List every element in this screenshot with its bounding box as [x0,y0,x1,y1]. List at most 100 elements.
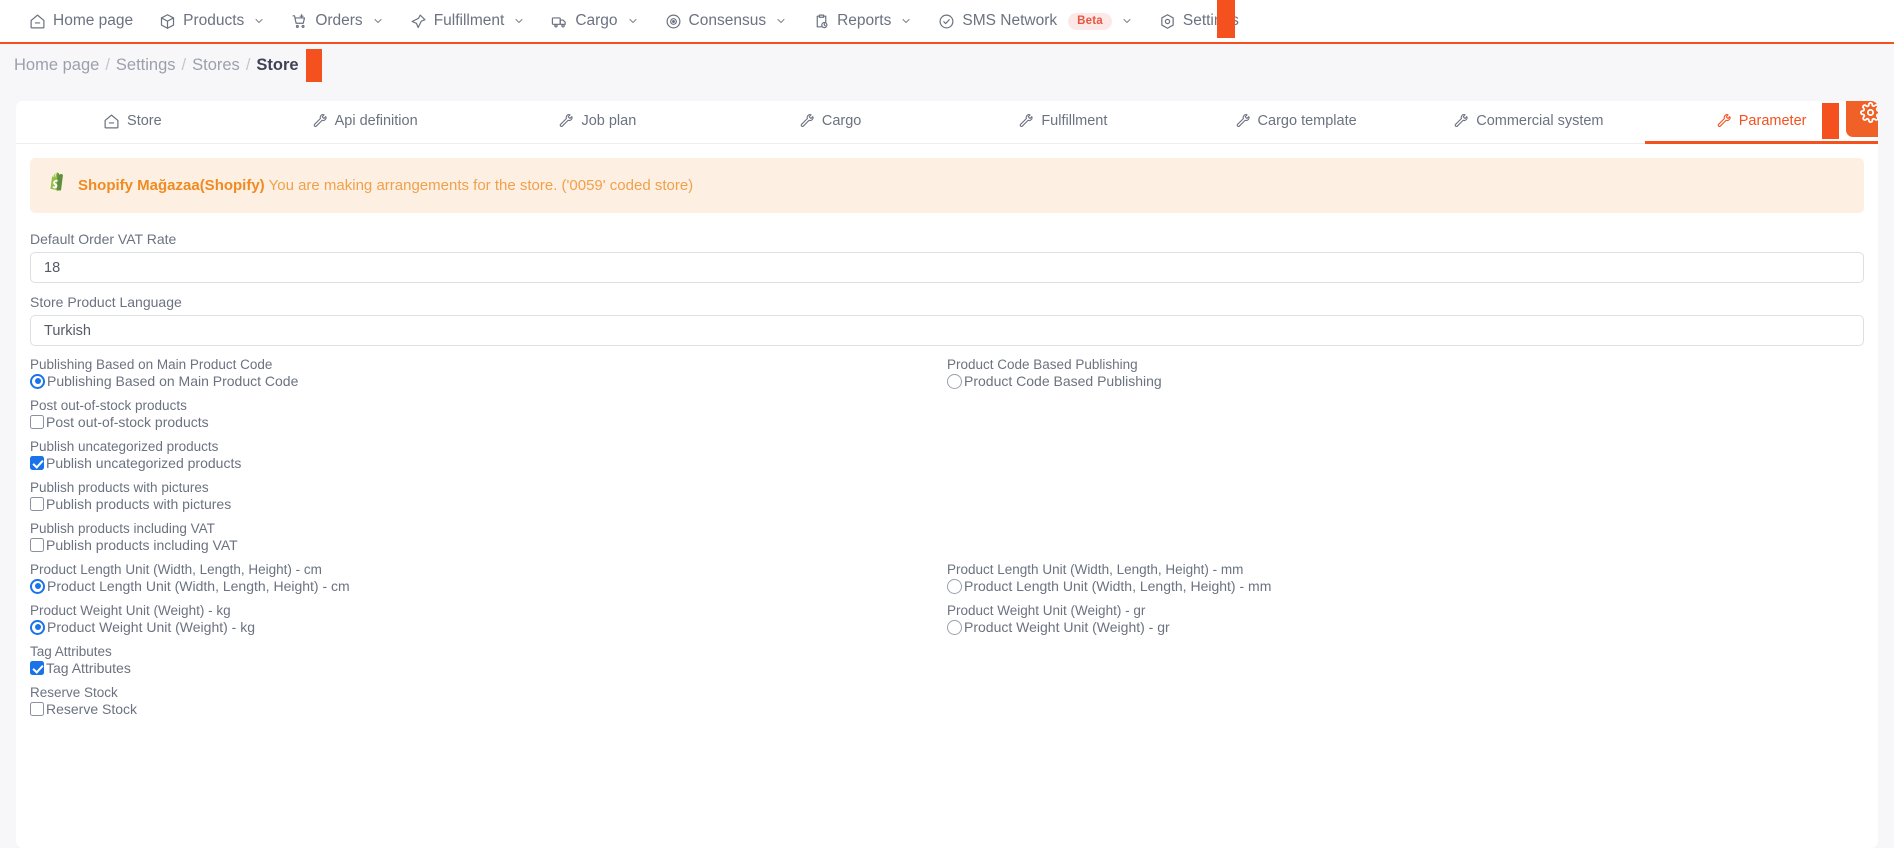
tab-job-plan[interactable]: Job plan [482,101,715,144]
option-label[interactable]: Product Weight Unit (Weight) - gr [964,619,1170,635]
clipboard-clock-icon [813,13,830,30]
box-icon [159,13,176,30]
nav-item-label: Products [183,12,245,29]
chevron-down-icon[interactable] [513,15,525,27]
breadcrumb-item-home-page[interactable]: Home page [14,56,99,75]
checkbox-reserve-stock[interactable] [30,702,44,716]
option-column-right [947,685,1864,717]
truck-icon [551,13,568,30]
checkbox-publish-products-with-pictures[interactable] [30,497,44,511]
checkbox-publish-products-including-vat[interactable] [30,538,44,552]
tab-cargo[interactable]: Cargo [714,101,947,144]
breadcrumb-item-stores[interactable]: Stores [192,56,240,75]
tab-store[interactable]: Store [16,101,249,144]
option-control-row: Tag Attributes [30,660,935,676]
option-column-right [947,480,1864,512]
chevron-down-icon[interactable] [1121,15,1133,27]
option-column-right: Product Length Unit (Width, Length, Heig… [947,562,1864,594]
target-icon [665,13,682,30]
option-row: Tag Attributes Tag Attributes [30,644,1864,676]
pin-icon [410,13,427,30]
radio-product-length-unit-width-length-height-mm[interactable] [947,578,962,594]
nav-item-consensus[interactable]: Consensus [652,0,801,42]
option-title: Product Length Unit (Width, Length, Heig… [947,562,1244,577]
nav-item-label: Cargo [575,12,618,29]
checkbox-publish-uncategorized-products[interactable] [30,456,44,470]
option-column-left: Publish uncategorized products Publish u… [30,439,947,471]
nav-item-products[interactable]: Products [146,0,278,42]
chevron-down-icon[interactable] [372,15,384,27]
tab-label: Cargo template [1257,113,1357,129]
option-label[interactable]: Product Length Unit (Width, Length, Heig… [964,578,1271,594]
chevron-down-icon[interactable] [253,15,265,27]
option-row: Product Weight Unit (Weight) - kg Produc… [30,603,1864,635]
chevron-down-icon[interactable] [775,15,787,27]
alert-message: Shopify Mağazaa(Shopify) You are making … [78,177,693,194]
page-body: Store Api definition Job plan Cargo Fulf… [0,87,1894,848]
option-control-row: Product Length Unit (Width, Length, Heig… [30,578,935,594]
nav-item-cargo[interactable]: Cargo [538,0,651,42]
tab-commercial-system[interactable]: Commercial system [1413,101,1646,144]
breadcrumb: Home page / Settings / Stores / Store [0,42,1894,87]
option-label[interactable]: Publish products with pictures [46,496,231,512]
nav-item-settings[interactable]: Settings [1146,0,1252,42]
option-title: Reserve Stock [30,685,118,700]
option-label[interactable]: Product Weight Unit (Weight) - kg [47,619,255,635]
alert-description: You are making arrangements for the stor… [268,177,694,194]
option-column-right [947,439,1864,471]
nav-item-label: Fulfillment [433,12,505,29]
option-row: Publish products with pictures Publish p… [30,480,1864,512]
checkbox-tag-attributes[interactable] [30,661,44,675]
beta-badge: Beta [1068,12,1112,30]
nav-item-orders[interactable]: Orders [278,0,396,42]
tab-fulfillment[interactable]: Fulfillment [947,101,1180,144]
alert-store-name: Shopify Mağazaa(Shopify) [78,177,265,194]
nav-item-reports[interactable]: Reports [800,0,925,42]
breadcrumb-item-settings[interactable]: Settings [116,56,176,75]
nav-item-label: Orders [315,12,363,29]
option-label[interactable]: Product Length Unit (Width, Length, Heig… [47,578,350,594]
option-title: Tag Attributes [30,644,112,659]
radio-product-weight-unit-weight-gr[interactable] [947,619,962,635]
option-label[interactable]: Post out-of-stock products [46,414,209,430]
settings-gear-button[interactable] [1846,101,1878,137]
option-row: Product Length Unit (Width, Length, Heig… [30,562,1864,594]
tab-cargo-template[interactable]: Cargo template [1180,101,1413,144]
nav-item-fulfillment[interactable]: Fulfillment [397,0,539,42]
option-row: Publish uncategorized products Publish u… [30,439,1864,471]
nav-item-sms-network[interactable]: SMS Network Beta [925,0,1145,42]
cart-plus-icon [291,13,308,30]
radio-product-length-unit-width-length-height-cm[interactable] [30,578,45,594]
option-label[interactable]: Reserve Stock [46,701,137,717]
tab-label: Store [127,113,162,129]
text-field-list: Default Order VAT Rate Store Product Lan… [30,231,1864,346]
option-control-row: Product Code Based Publishing [947,373,1852,389]
nav-item-home-page[interactable]: Home page [16,0,146,42]
tab-parameter[interactable]: Parameter [1645,101,1878,144]
option-label[interactable]: Product Code Based Publishing [964,373,1162,389]
chevron-down-icon[interactable] [627,15,639,27]
field-input-default-order-vat-rate[interactable] [30,252,1864,283]
checkbox-post-out-of-stock-products[interactable] [30,415,44,429]
radio-publishing-based-on-main-product-code[interactable] [30,373,45,389]
option-row: Publish products including VAT Publish p… [30,521,1864,553]
tab-api-definition[interactable]: Api definition [249,101,482,144]
option-label[interactable]: Publish uncategorized products [46,455,241,471]
option-label[interactable]: Publish products including VAT [46,537,238,553]
field-input-store-product-language[interactable] [30,315,1864,346]
tab-label: Api definition [334,113,418,129]
option-title: Publish uncategorized products [30,439,219,454]
breadcrumb-item-store: Store [256,56,299,74]
option-label[interactable]: Tag Attributes [46,660,131,676]
radio-product-weight-unit-weight-kg[interactable] [30,619,45,635]
radio-product-code-based-publishing[interactable] [947,373,962,389]
option-label[interactable]: Publishing Based on Main Product Code [47,373,298,389]
nav-item-label: SMS Network [962,12,1058,29]
chevron-down-icon[interactable] [900,15,912,27]
nav-item-label: Home page [53,12,134,29]
check-circle-icon [938,13,955,30]
option-column-right [947,521,1864,553]
breadcrumb-separator: / [245,56,251,74]
wrench-icon [1717,113,1732,129]
option-control-row: Publish products including VAT [30,537,935,553]
